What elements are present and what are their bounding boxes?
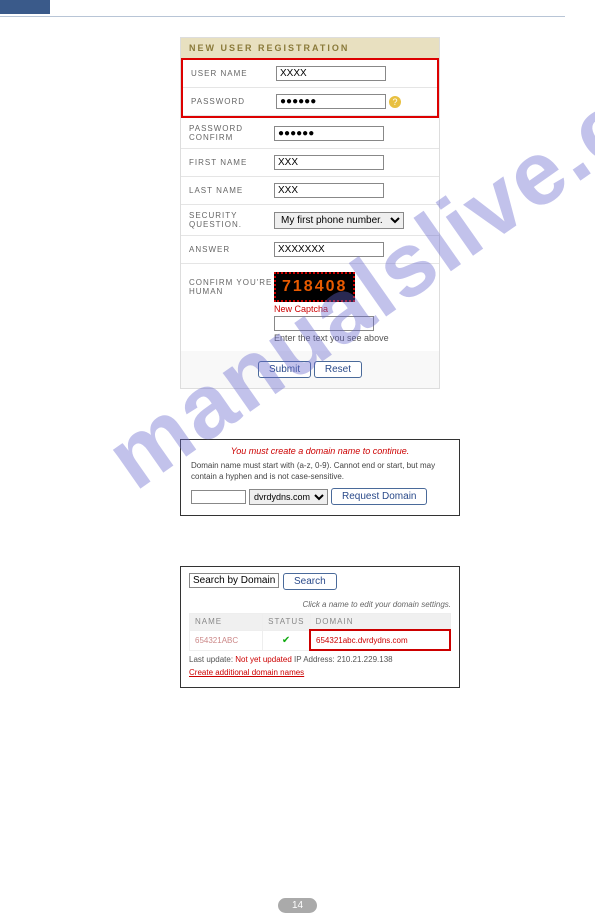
answer-label: ANSWER <box>189 245 274 254</box>
row-name: 654321ABC <box>190 630 263 650</box>
domain-table: NAME STATUS DOMAIN 654321ABC ✔ 654321abc… <box>189 613 451 651</box>
captcha-label: CONFIRM YOU'RE HUMAN <box>189 272 274 343</box>
firstname-input[interactable] <box>274 155 384 170</box>
header-divider <box>0 16 565 17</box>
page-number: 14 <box>278 898 317 913</box>
domain-warning: You must create a domain name to continu… <box>191 446 449 456</box>
col-domain: DOMAIN <box>310 614 450 631</box>
domain-name-input[interactable] <box>191 490 246 504</box>
domain-create-panel: You must create a domain name to continu… <box>180 439 460 516</box>
answer-input[interactable] <box>274 242 384 257</box>
new-captcha-link[interactable]: New Captcha <box>274 304 431 314</box>
page-footer: 14 <box>0 898 595 913</box>
captcha-hint: Enter the text you see above <box>274 333 431 343</box>
lastname-label: LAST NAME <box>189 186 274 195</box>
domain-info: Domain name must start with (a-z, 0-9). … <box>191 460 449 482</box>
col-status: STATUS <box>263 614 310 631</box>
reset-button[interactable]: Reset <box>314 361 362 378</box>
search-input[interactable] <box>189 573 279 588</box>
table-header-row: NAME STATUS DOMAIN <box>190 614 451 631</box>
submit-button[interactable]: Submit <box>258 361 311 378</box>
password-confirm-label: PASSWORD CONFIRM <box>189 124 274 142</box>
col-name: NAME <box>190 614 263 631</box>
create-additional-link[interactable]: Create additional domain names <box>189 668 451 677</box>
password-label: PASSWORD <box>191 97 276 106</box>
password-input[interactable] <box>276 94 386 109</box>
username-input[interactable] <box>276 66 386 81</box>
domain-suffix-select[interactable]: dvrdydns.com <box>249 489 328 505</box>
password-confirm-input[interactable] <box>274 126 384 141</box>
highlight-credentials: USER NAME PASSWORD ? <box>181 58 439 118</box>
header-color-bar <box>0 0 50 14</box>
security-question-select[interactable]: My first phone number. <box>274 212 404 229</box>
status-line: Last update: Not yet updated IP Address:… <box>189 655 451 664</box>
search-button[interactable]: Search <box>283 573 337 590</box>
firstname-label: FIRST NAME <box>189 158 274 167</box>
domain-search-panel: Search Click a name to edit your domain … <box>180 566 460 688</box>
captcha-input[interactable] <box>274 316 374 331</box>
page-title: NEW USER REGISTRATION <box>181 38 439 58</box>
username-label: USER NAME <box>191 69 276 78</box>
domain-edit-hint: Click a name to edit your domain setting… <box>189 600 451 609</box>
security-question-label: SECURITY QUESTION. <box>189 211 274 229</box>
check-icon: ✔ <box>263 630 310 650</box>
request-domain-button[interactable]: Request Domain <box>331 488 427 505</box>
help-icon[interactable]: ? <box>389 96 401 108</box>
registration-form: NEW USER REGISTRATION USER NAME PASSWORD… <box>180 37 440 389</box>
table-row[interactable]: 654321ABC ✔ 654321abc.dvrdydns.com <box>190 630 451 650</box>
row-domain[interactable]: 654321abc.dvrdydns.com <box>310 630 450 650</box>
status-not-updated: Not yet updated <box>235 655 291 664</box>
lastname-input[interactable] <box>274 183 384 198</box>
captcha-image: 718408 <box>274 272 355 302</box>
